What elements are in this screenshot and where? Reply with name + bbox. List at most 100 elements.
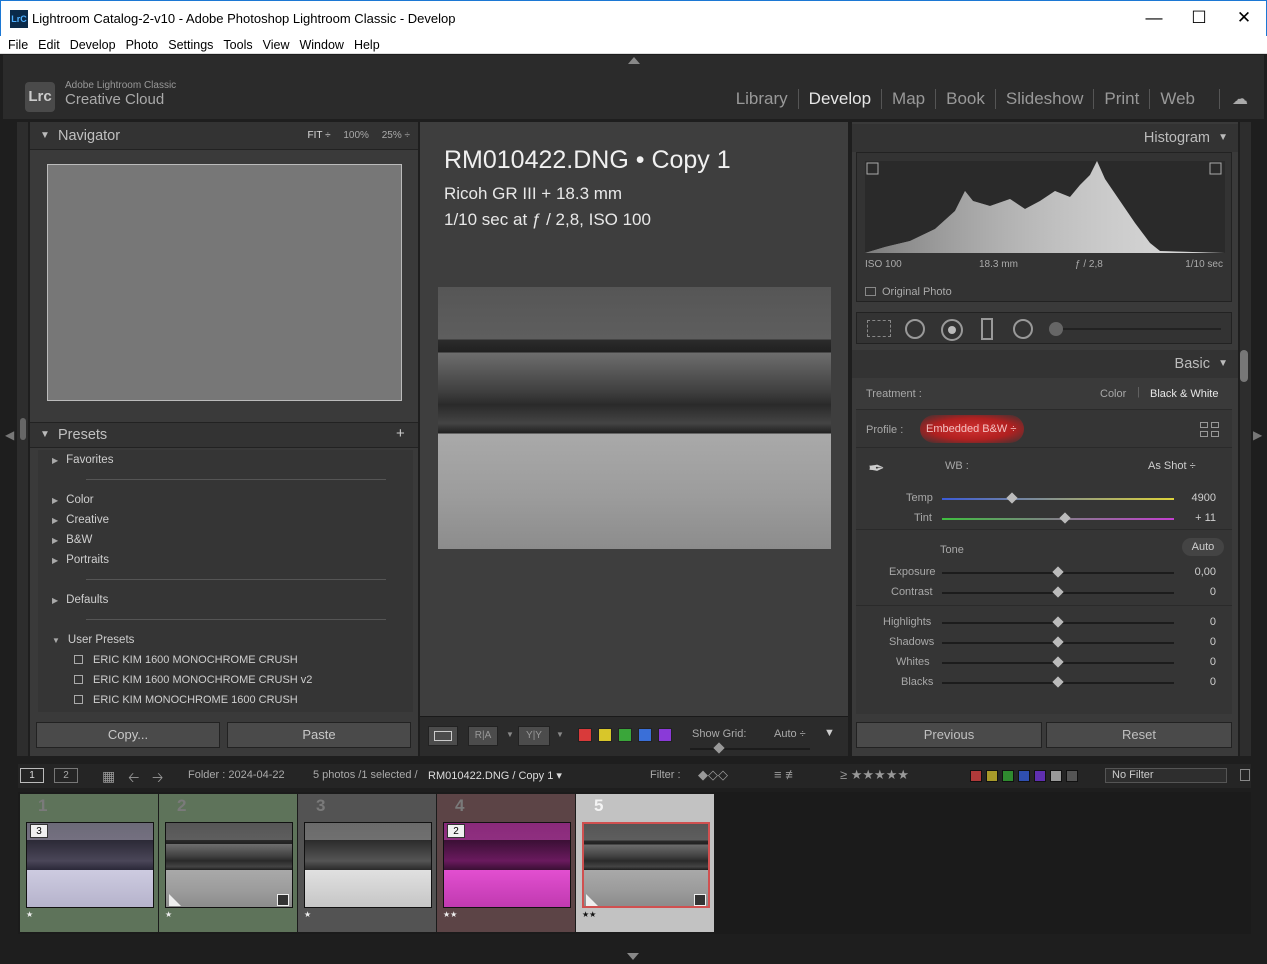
thumbnail[interactable] bbox=[582, 822, 710, 908]
shadows-value[interactable]: 0 bbox=[1210, 636, 1216, 648]
module-slideshow[interactable]: Slideshow bbox=[994, 89, 1094, 109]
red-eye-icon[interactable] bbox=[941, 319, 963, 341]
collapse-bottom-panel-icon[interactable] bbox=[627, 953, 639, 960]
maximize-icon[interactable]: ☐ bbox=[1176, 1, 1222, 37]
menu-help[interactable]: Help bbox=[349, 37, 385, 53]
tool-size-knob[interactable] bbox=[1049, 322, 1063, 336]
collapse-left-panel-icon[interactable]: ◀ bbox=[5, 428, 14, 442]
profile-dropdown[interactable]: Embedded B&W ÷ bbox=[926, 423, 1016, 435]
preset-group-favorites[interactable]: ▶ Favorites bbox=[52, 454, 113, 466]
crop-icon[interactable] bbox=[867, 320, 891, 337]
profile-browser-icon[interactable] bbox=[1200, 422, 1220, 438]
module-map[interactable]: Map bbox=[881, 89, 935, 109]
module-develop[interactable]: Develop bbox=[797, 89, 881, 109]
exposure-slider[interactable] bbox=[942, 566, 1174, 578]
main-photo[interactable] bbox=[438, 287, 831, 549]
tool-size-slider[interactable] bbox=[1053, 328, 1221, 330]
user-preset-item[interactable]: ERIC KIM MONOCHROME 1600 CRUSH bbox=[74, 694, 298, 706]
temp-slider-knob[interactable] bbox=[1005, 492, 1018, 504]
filmstrip-cell[interactable]: 4 2 ★★ bbox=[437, 794, 575, 932]
menu-develop[interactable]: Develop bbox=[65, 37, 121, 53]
preset-group-portraits[interactable]: ▶ Portraits bbox=[52, 554, 109, 566]
module-print[interactable]: Print bbox=[1093, 89, 1149, 109]
rating-filter[interactable]: ≥ ★★★★★ bbox=[840, 767, 909, 783]
contrast-slider[interactable] bbox=[942, 586, 1174, 598]
close-icon[interactable]: ✕ bbox=[1221, 1, 1267, 37]
thumbnail[interactable] bbox=[165, 822, 293, 908]
menu-tools[interactable]: Tools bbox=[218, 37, 257, 53]
left-scrollbar[interactable] bbox=[20, 418, 26, 440]
zoom-25[interactable]: 25% ÷ bbox=[382, 130, 410, 141]
color-label-red[interactable] bbox=[578, 728, 592, 742]
filmstrip-cell-selected[interactable]: 5 ★★ bbox=[576, 794, 714, 932]
preset-group-user[interactable]: ▼ User Presets bbox=[52, 634, 134, 646]
module-book[interactable]: Book bbox=[935, 89, 995, 109]
dropdown-icon[interactable]: ▼ bbox=[506, 730, 514, 739]
secondary-window-button[interactable]: 2 bbox=[54, 768, 78, 783]
histogram-graph[interactable] bbox=[865, 161, 1225, 253]
presets-toggle-icon[interactable]: ▼ bbox=[40, 429, 50, 440]
collapse-right-panel-icon[interactable]: ▶ bbox=[1253, 428, 1262, 442]
folder-source[interactable]: Folder : 2024-04-22 bbox=[188, 769, 285, 781]
user-preset-item[interactable]: ERIC KIM 1600 MONOCHROME CRUSH v2 bbox=[74, 674, 312, 686]
filter-preset-dropdown[interactable]: No Filter bbox=[1105, 768, 1227, 783]
tint-value[interactable]: + 11 bbox=[1195, 512, 1216, 524]
minimize-icon[interactable]: — bbox=[1131, 1, 1177, 37]
temp-value[interactable]: 4900 bbox=[1192, 492, 1216, 504]
filmstrip-cell[interactable]: 2 ★ bbox=[159, 794, 297, 932]
blacks-slider-knob[interactable] bbox=[1052, 676, 1064, 688]
menu-edit[interactable]: Edit bbox=[33, 37, 65, 53]
menu-settings[interactable]: Settings bbox=[163, 37, 218, 53]
wb-dropdown[interactable]: As Shot ÷ bbox=[1148, 460, 1196, 472]
zoom-fit[interactable]: FIT ÷ bbox=[307, 130, 330, 141]
color-filter-none[interactable] bbox=[1066, 770, 1078, 782]
module-web[interactable]: Web bbox=[1149, 89, 1205, 109]
preset-group-creative[interactable]: ▶ Creative bbox=[52, 514, 109, 526]
highlights-value[interactable]: 0 bbox=[1210, 616, 1216, 628]
menu-view[interactable]: View bbox=[258, 37, 295, 53]
copy-button[interactable]: Copy... bbox=[36, 722, 220, 748]
forward-arrow-icon[interactable]: 🡢 bbox=[152, 767, 163, 791]
dropdown-icon[interactable]: ▼ bbox=[556, 730, 564, 739]
before-after-button[interactable]: R|A bbox=[468, 726, 498, 746]
exposure-slider-knob[interactable] bbox=[1052, 566, 1064, 578]
before-after-yy-button[interactable]: Y|Y bbox=[518, 726, 550, 746]
whites-slider-knob[interactable] bbox=[1052, 656, 1064, 668]
color-filter-red[interactable] bbox=[970, 770, 982, 782]
navigator-toggle-icon[interactable]: ▼ bbox=[40, 130, 50, 141]
menu-file[interactable]: File bbox=[0, 37, 33, 53]
temp-slider[interactable] bbox=[942, 492, 1174, 504]
treatment-color[interactable]: Color bbox=[1100, 388, 1126, 400]
show-grid-dropdown[interactable]: Auto ÷ bbox=[774, 728, 806, 740]
color-filter-yellow[interactable] bbox=[986, 770, 998, 782]
original-photo-checkbox[interactable]: Original Photo bbox=[865, 286, 952, 298]
menu-window[interactable]: Window bbox=[294, 37, 348, 53]
grid-opacity-slider[interactable] bbox=[690, 742, 810, 754]
tint-slider[interactable] bbox=[942, 512, 1174, 524]
radial-filter-icon[interactable] bbox=[1013, 319, 1033, 339]
auto-tone-button[interactable]: Auto bbox=[1182, 538, 1224, 556]
navigator-preview[interactable] bbox=[47, 164, 402, 401]
color-filter-purple[interactable] bbox=[1034, 770, 1046, 782]
basic-header[interactable]: Basic ▼ bbox=[852, 350, 1238, 378]
flag-filter-icon[interactable]: ◆◇◇ bbox=[698, 767, 728, 783]
filter-lock-icon[interactable] bbox=[1240, 769, 1250, 781]
thumbnail[interactable] bbox=[304, 822, 432, 908]
preset-group-defaults[interactable]: ▶ Defaults bbox=[52, 594, 108, 606]
color-label-green[interactable] bbox=[618, 728, 632, 742]
histogram-header[interactable]: Histogram ▼ bbox=[852, 124, 1238, 152]
histogram-toggle-icon[interactable]: ▼ bbox=[1218, 132, 1228, 143]
color-label-purple[interactable] bbox=[658, 728, 672, 742]
whites-slider[interactable] bbox=[942, 656, 1174, 668]
add-preset-icon[interactable]: + bbox=[396, 425, 405, 442]
basic-toggle-icon[interactable]: ▼ bbox=[1218, 358, 1228, 369]
toolbar-menu-icon[interactable]: ▼ bbox=[824, 727, 835, 739]
color-filter-green[interactable] bbox=[1002, 770, 1014, 782]
filmstrip-cell[interactable]: 3 ★ bbox=[298, 794, 436, 932]
grid-view-icon[interactable]: ▦ bbox=[102, 768, 115, 785]
masking-icon[interactable] bbox=[981, 318, 993, 340]
shadows-slider[interactable] bbox=[942, 636, 1174, 648]
zoom-100[interactable]: 100% bbox=[343, 130, 369, 141]
menu-photo[interactable]: Photo bbox=[121, 37, 164, 53]
exposure-value[interactable]: 0,00 bbox=[1195, 566, 1216, 578]
